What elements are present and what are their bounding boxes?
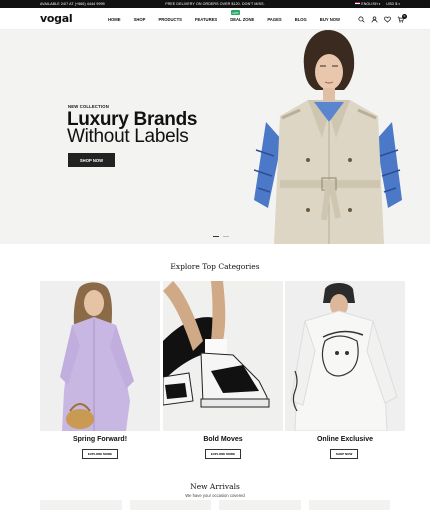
category-image-online-exclusive — [285, 281, 405, 431]
slide-dot-1[interactable] — [213, 236, 219, 238]
category-name-bold: Bold Moves — [203, 436, 243, 443]
locale-controls: ENGLISH▾ USD $▾ — [354, 1, 400, 6]
nav-deal-zone[interactable]: DEAL ZONE — [230, 17, 254, 22]
cart-icon[interactable]: 0 — [397, 13, 407, 23]
explore-more-button-spring[interactable]: EXPLORE MORE — [82, 449, 118, 459]
search-icon[interactable] — [358, 16, 365, 23]
shop-now-button-online-exclusive[interactable]: SHOP NOW — [330, 449, 358, 459]
product-card-placeholder[interactable] — [308, 500, 390, 510]
category-card-bold[interactable] — [163, 281, 283, 431]
user-icon[interactable] — [371, 16, 378, 23]
slide-dot-2[interactable] — [223, 236, 229, 238]
uk-flag-icon — [354, 1, 360, 6]
cart-count-badge: 0 — [402, 13, 407, 19]
category-card-spring[interactable] — [40, 281, 160, 431]
explore-more-button-bold[interactable]: EXPLORE MORE — [205, 449, 241, 459]
main-nav: HOME SHOP PRODUCTS FEATURES DEAL ZONE PA… — [108, 17, 353, 22]
hero-model-image — [253, 30, 402, 244]
nav-features[interactable]: FEATURES — [195, 17, 217, 22]
shop-now-button[interactable]: SHOP NOW — [68, 153, 115, 167]
chevron-down-icon: ▾ — [378, 1, 381, 6]
hero-banner: NEW COLLECTION Luxury Brands Without Lab… — [0, 30, 430, 244]
category-image-bold — [163, 281, 283, 431]
category-card-online-exclusive[interactable] — [285, 281, 405, 431]
new-arrivals-subtitle: We have your occasion covered — [185, 493, 245, 498]
category-image-spring — [40, 281, 160, 431]
chevron-down-icon: ▾ — [398, 1, 400, 6]
announcement-bar: AVAILABLE 24/7 AT (+666) 4444 9999 FREE … — [0, 0, 430, 8]
nav-shop[interactable]: SHOP — [134, 17, 146, 22]
nav-blog[interactable]: BLOG — [295, 17, 307, 22]
product-card-placeholder[interactable] — [40, 500, 122, 510]
logo[interactable]: vogal — [40, 12, 73, 25]
nav-home[interactable]: HOME — [108, 17, 121, 22]
product-card-placeholder[interactable] — [219, 500, 301, 510]
categories-title: Explore Top Categories — [170, 262, 260, 271]
nav-products[interactable]: PRODUCTS — [158, 17, 182, 22]
heart-icon[interactable] — [384, 16, 391, 23]
currency-selector[interactable]: USD $▾ — [386, 2, 400, 6]
category-name-online-exclusive: Online Exclusive — [316, 436, 374, 443]
product-card-placeholder[interactable] — [129, 500, 211, 510]
nav-buy-now[interactable]: BUY NOW — [320, 17, 340, 22]
new-arrivals-title: New Arrivals — [190, 482, 240, 491]
hero-title-line2: Without Labels — [67, 126, 189, 147]
nav-pages[interactable]: PAGES — [267, 17, 281, 22]
language-selector[interactable]: ENGLISH▾ — [354, 1, 381, 6]
slider-dots — [213, 236, 229, 238]
hot-badge: HOT — [231, 10, 241, 15]
new-arrivals-grid — [40, 500, 390, 510]
header-icons: 0 — [358, 13, 407, 23]
site-header: vogal HOME SHOP PRODUCTS FEATURES DEAL Z… — [0, 8, 430, 30]
category-name-spring: Spring Forward! — [72, 436, 128, 443]
